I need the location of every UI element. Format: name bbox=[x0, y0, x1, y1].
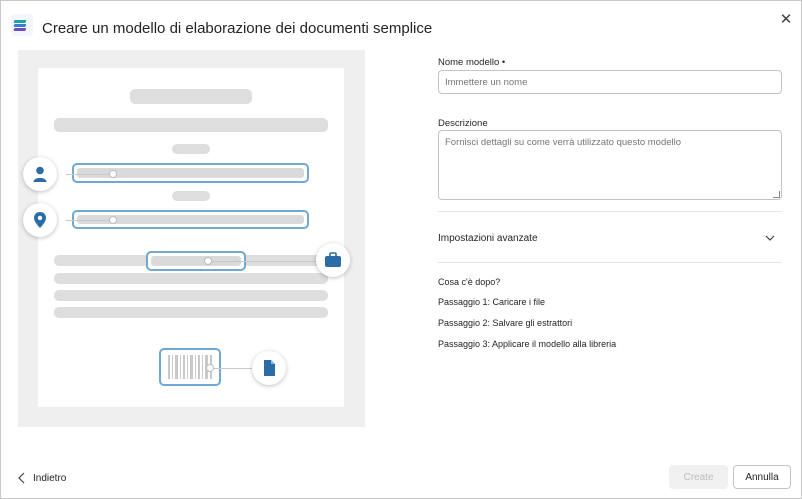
description-label: Descrizione bbox=[438, 118, 488, 129]
file-icon bbox=[252, 351, 286, 385]
close-icon[interactable]: ✕ bbox=[777, 11, 795, 29]
document-model-icon bbox=[11, 14, 33, 36]
chevron-down-icon bbox=[765, 235, 775, 241]
chevron-left-icon bbox=[18, 472, 25, 484]
cancel-button[interactable]: Annulla bbox=[733, 465, 791, 489]
divider bbox=[438, 262, 782, 263]
advanced-settings-toggle[interactable]: Impostazioni avanzate bbox=[438, 226, 782, 250]
back-label: Indietro bbox=[33, 473, 67, 484]
step-item: Passaggio 1: Caricare i file bbox=[438, 297, 546, 307]
advanced-settings-label: Impostazioni avanzate bbox=[438, 233, 538, 244]
divider bbox=[438, 211, 782, 212]
create-button[interactable]: Create bbox=[669, 465, 728, 489]
briefcase-icon bbox=[316, 243, 350, 277]
next-steps-heading: Cosa c'è dopo? bbox=[438, 277, 501, 287]
illustration-document bbox=[38, 68, 344, 407]
step-item: Passaggio 2: Salvare gli estrattori bbox=[438, 318, 573, 328]
step-item: Passaggio 3: Applicare il modello alla l… bbox=[438, 339, 617, 349]
model-name-label: Nome modello • bbox=[438, 57, 506, 68]
dialog-title: Creare un modello di elaborazione dei do… bbox=[42, 20, 433, 37]
person-icon bbox=[23, 157, 57, 191]
dialog: Creare un modello di elaborazione dei do… bbox=[0, 0, 802, 499]
resize-handle[interactable] bbox=[773, 191, 780, 198]
model-name-input[interactable] bbox=[438, 70, 782, 94]
dialog-header: Creare un modello di elaborazione dei do… bbox=[1, 1, 801, 53]
description-textarea[interactable] bbox=[438, 130, 782, 200]
location-pin-icon bbox=[23, 203, 57, 237]
illustration-panel bbox=[18, 50, 365, 427]
